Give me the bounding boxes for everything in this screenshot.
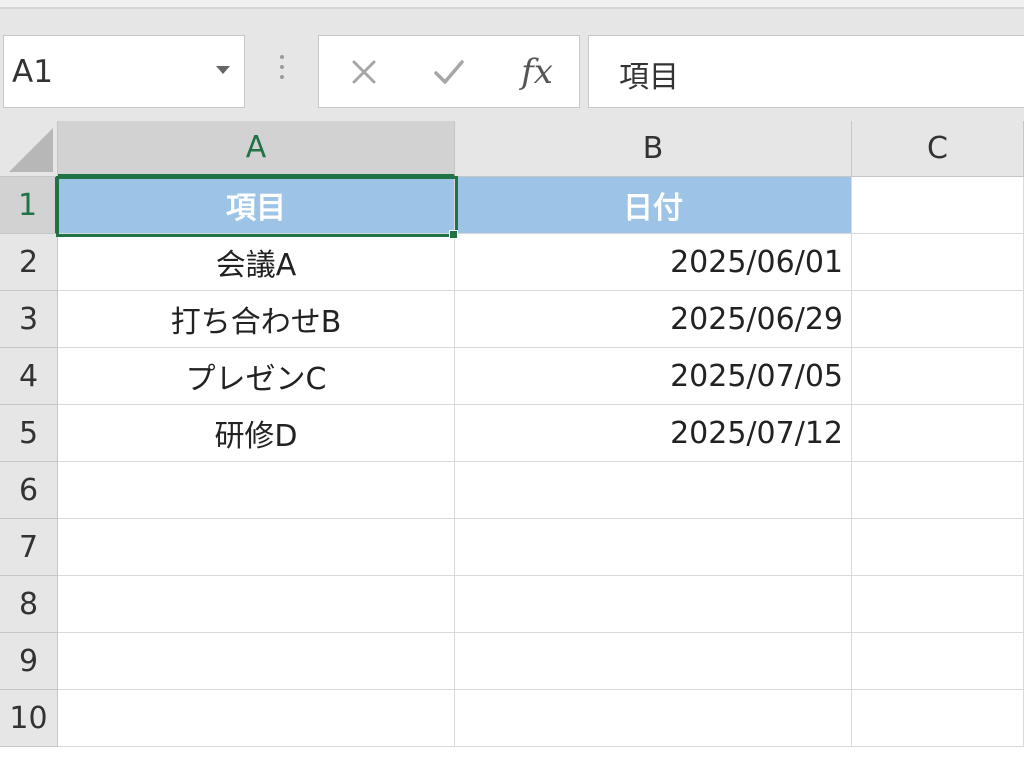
row-header-8[interactable]: 8 xyxy=(0,576,58,633)
row-header-9[interactable]: 9 xyxy=(0,633,58,690)
cell-b3[interactable]: 2025/06/29 xyxy=(455,291,852,348)
chevron-down-icon[interactable] xyxy=(216,66,230,74)
cell-c1[interactable] xyxy=(852,177,1024,234)
cell-b1[interactable]: 日付 xyxy=(455,177,852,234)
cell-b4[interactable]: 2025/07/05 xyxy=(455,348,852,405)
cell-c2[interactable] xyxy=(852,234,1024,291)
cell-c6[interactable] xyxy=(852,462,1024,519)
cell-b5[interactable]: 2025/07/12 xyxy=(455,405,852,462)
cell-a8[interactable] xyxy=(58,576,455,633)
formula-input[interactable]: 項目 xyxy=(588,35,1024,108)
select-all-icon xyxy=(9,128,53,172)
cell-b2[interactable]: 2025/06/01 xyxy=(455,234,852,291)
cell-c3[interactable] xyxy=(852,291,1024,348)
name-box[interactable]: A1 xyxy=(3,35,245,108)
cell-b6[interactable] xyxy=(455,462,852,519)
cell-b8[interactable] xyxy=(455,576,852,633)
cell-c8[interactable] xyxy=(852,576,1024,633)
cell-a10[interactable] xyxy=(58,690,455,747)
row-header-4[interactable]: 4 xyxy=(0,348,58,405)
cell-a2[interactable]: 会議A xyxy=(58,234,455,291)
cell-a9[interactable] xyxy=(58,633,455,690)
column-header-b[interactable]: B xyxy=(455,121,852,177)
cell-a3[interactable]: 打ち合わせB xyxy=(58,291,455,348)
fill-handle[interactable] xyxy=(449,230,458,239)
row-header-6[interactable]: 6 xyxy=(0,462,58,519)
row-header-1[interactable]: 1 xyxy=(0,177,58,234)
cell-a6[interactable] xyxy=(58,462,455,519)
row-header-7[interactable]: 7 xyxy=(0,519,58,576)
name-box-value[interactable]: A1 xyxy=(12,54,53,90)
worksheet-grid: A B C 1 2 3 4 5 6 7 8 9 10 項目 日付 会議A 202… xyxy=(0,121,1024,758)
check-icon[interactable] xyxy=(419,36,479,107)
formula-buttons: fx xyxy=(318,35,580,108)
row-header-3[interactable]: 3 xyxy=(0,291,58,348)
row-header-2[interactable]: 2 xyxy=(0,234,58,291)
cell-c7[interactable] xyxy=(852,519,1024,576)
column-header-c[interactable]: C xyxy=(852,121,1024,177)
cell-c5[interactable] xyxy=(852,405,1024,462)
cell-a4[interactable]: プレゼンC xyxy=(58,348,455,405)
formula-bar-resize-handle[interactable] xyxy=(280,55,286,85)
cell-a1[interactable]: 項目 xyxy=(58,177,455,234)
cell-a7[interactable] xyxy=(58,519,455,576)
row-header-10[interactable]: 10 xyxy=(0,690,58,747)
row-header-5[interactable]: 5 xyxy=(0,405,58,462)
column-header-a[interactable]: A xyxy=(58,121,455,177)
cell-c4[interactable] xyxy=(852,348,1024,405)
formula-bar: A1 fx 項目 xyxy=(0,11,1024,121)
ribbon-edge xyxy=(0,0,1024,9)
cell-c9[interactable] xyxy=(852,633,1024,690)
fx-icon[interactable]: fx xyxy=(507,36,567,107)
cell-a5[interactable]: 研修D xyxy=(58,405,455,462)
formula-value[interactable]: 項目 xyxy=(619,52,679,96)
cell-b9[interactable] xyxy=(455,633,852,690)
cell-c10[interactable] xyxy=(852,690,1024,747)
close-icon[interactable] xyxy=(334,36,394,107)
cell-b7[interactable] xyxy=(455,519,852,576)
cell-b10[interactable] xyxy=(455,690,852,747)
select-all-button[interactable] xyxy=(0,121,58,177)
